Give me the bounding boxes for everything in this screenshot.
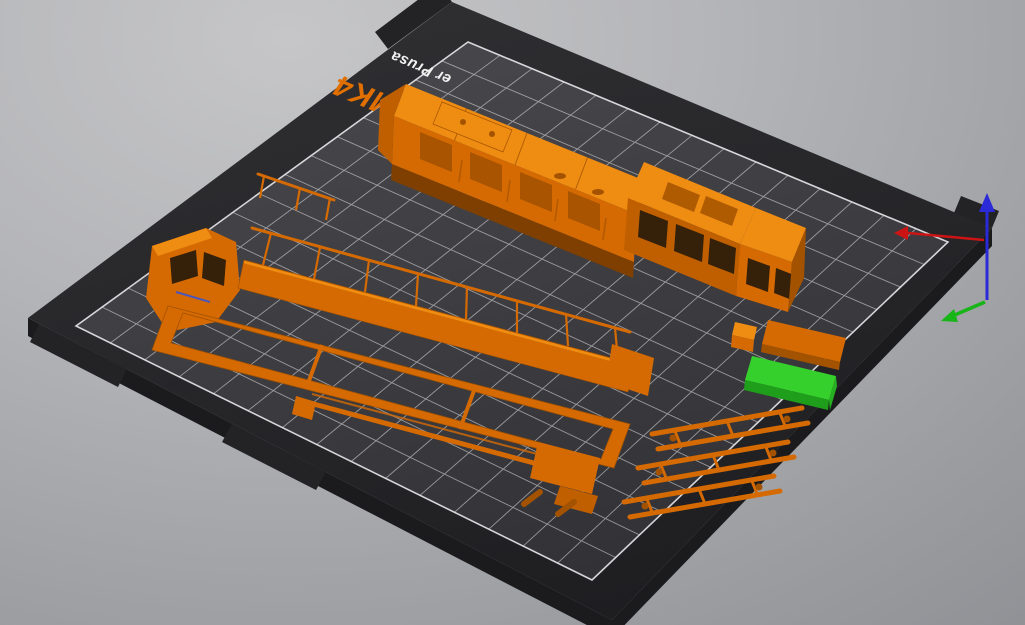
loco-roof-fan-2 <box>489 131 495 137</box>
axis-y-arrow <box>941 309 958 322</box>
axis-z-arrow <box>979 193 995 212</box>
scene-svg[interactable]: MK4 er Prusa <box>0 0 1025 625</box>
slicer-3d-viewport[interactable]: MK4 er Prusa <box>0 0 1025 625</box>
loco-exhaust-1 <box>554 173 566 179</box>
loco-roof-fan-1 <box>460 119 466 125</box>
loco-exhaust-2 <box>592 189 604 195</box>
small-box-model[interactable] <box>731 322 757 352</box>
